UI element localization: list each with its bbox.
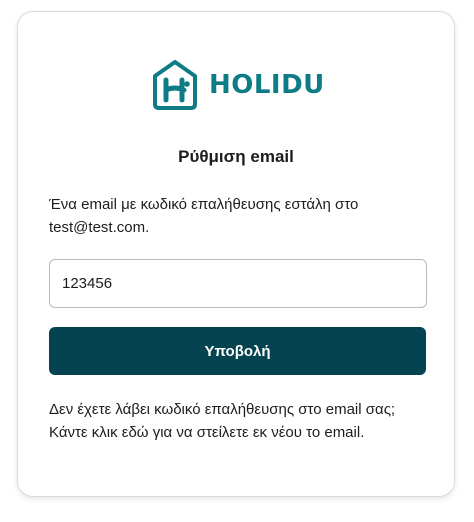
- resend-email-link[interactable]: Δεν έχετε λάβει κωδικό επαλήθευσης στο e…: [49, 398, 429, 444]
- brand-logo: HOLIDU: [151, 59, 325, 111]
- house-h-logo-icon: [153, 60, 197, 110]
- brand-name: HOLIDU: [209, 70, 325, 100]
- verification-message: Ένα email με κωδικό επαλήθευσης εστάλη σ…: [49, 196, 359, 236]
- page-title: Ρύθμιση email: [178, 147, 294, 166]
- verification-code-input[interactable]: [49, 259, 427, 308]
- verification-card: HOLIDU Ρύθμιση email Ένα email με κωδικό…: [17, 11, 455, 497]
- submit-button[interactable]: Υποβολή: [49, 327, 426, 375]
